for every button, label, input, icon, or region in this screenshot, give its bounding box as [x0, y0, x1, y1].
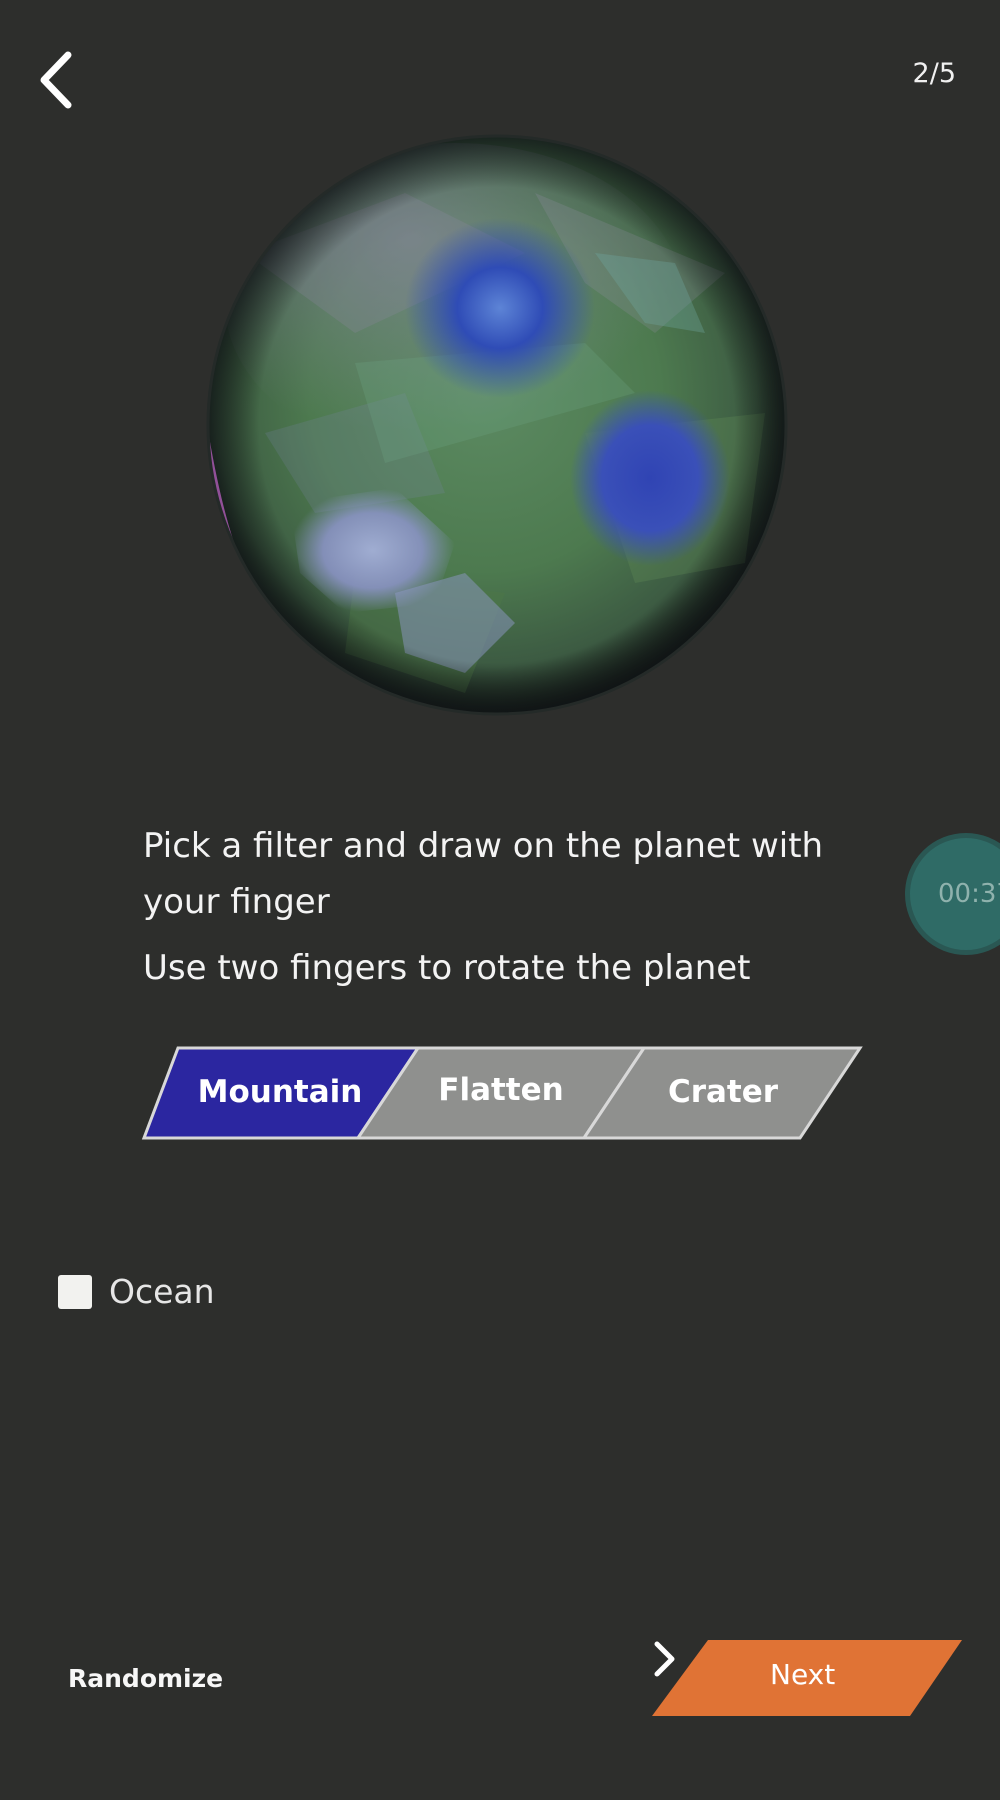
instruction-rotate: Use two fingers to rotate the planet — [143, 948, 751, 988]
chevron-left-icon — [40, 51, 72, 109]
next-button[interactable]: Next — [652, 1640, 964, 1716]
step-counter: 2/5 — [912, 58, 956, 89]
chevron-right-icon — [654, 1641, 675, 1677]
instructions: Pick a filter and draw on the planet wit… — [143, 818, 863, 996]
filter-mountain[interactable]: Mountain — [180, 1074, 380, 1110]
ocean-checkbox[interactable]: Ocean — [58, 1272, 215, 1311]
filter-selector: Mountain Flatten Crater — [140, 1044, 865, 1142]
ocean-checkbox-box[interactable] — [58, 1274, 92, 1309]
instruction-draw: Pick a filter and draw on the planet wit… — [143, 826, 824, 922]
randomize-button[interactable]: Randomize — [68, 1664, 223, 1693]
planet-canvas[interactable] — [205, 133, 790, 718]
filter-crater[interactable]: Crater — [623, 1074, 823, 1110]
next-label: Next — [770, 1658, 836, 1691]
ocean-label: Ocean — [109, 1272, 215, 1311]
timer-badge: 00:37 — [905, 833, 1000, 955]
planet-sphere — [206, 134, 788, 716]
timer-value: 00:37 — [938, 879, 1000, 909]
back-button[interactable] — [28, 44, 84, 116]
filter-flatten[interactable]: Flatten — [401, 1072, 601, 1108]
